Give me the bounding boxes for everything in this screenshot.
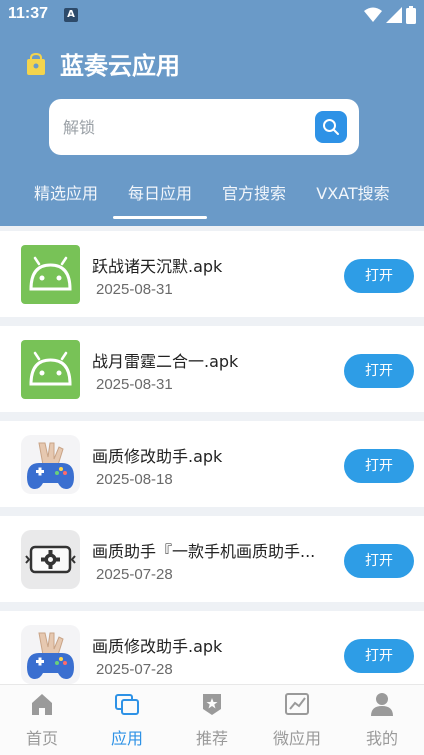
gamepad-rock-icon	[21, 435, 80, 494]
header: 蓝奏云应用 精选应用 每日应用 官方搜索 VXAT搜索	[0, 32, 424, 226]
nav-label: 应用	[110, 729, 143, 748]
app-date: 2025-08-31	[96, 376, 173, 393]
app-name: 画质修改助手.apk	[92, 447, 223, 466]
nav-label: 首页	[25, 729, 58, 748]
search-box[interactable]	[49, 99, 359, 155]
open-button[interactable]: 打开	[344, 639, 414, 673]
android-icon	[21, 340, 80, 399]
tab-featured[interactable]: 精选应用	[22, 180, 110, 204]
nav-label: 推荐	[195, 729, 228, 748]
status-bar: 11:37 A	[0, 0, 424, 32]
open-button[interactable]: 打开	[344, 354, 414, 388]
nav-mine[interactable]: 我的	[340, 685, 424, 755]
app-date: 2025-08-31	[96, 281, 173, 298]
open-button[interactable]: 打开	[344, 259, 414, 293]
shopping-bag-icon	[27, 52, 45, 75]
search-button[interactable]	[315, 111, 347, 143]
nav-micro-apps[interactable]: 微应用	[255, 685, 339, 755]
gear-screen-icon	[21, 530, 80, 589]
app-date: 2025-08-18	[96, 471, 173, 488]
nav-label: 我的	[365, 729, 398, 748]
status-time: 11:37	[8, 5, 49, 22]
tab-vxat-search[interactable]: VXAT搜索	[306, 180, 400, 204]
tab-official-search[interactable]: 官方搜索	[210, 180, 298, 204]
app-name: 画质修改助手.apk	[92, 637, 223, 656]
app-title: 蓝奏云应用	[60, 52, 180, 80]
signal-icon	[386, 7, 402, 23]
search-icon	[323, 119, 339, 135]
chart-icon	[285, 693, 309, 715]
app-name: 画质助手『一款手机画质助手...	[92, 542, 316, 561]
app-title-row: 蓝奏云应用	[24, 46, 180, 81]
app-date: 2025-07-28	[96, 566, 173, 583]
status-icons	[364, 6, 416, 24]
android-icon	[21, 245, 80, 304]
nav-label: 微应用	[272, 729, 321, 748]
list-item[interactable]: 战月雷霆二合一.apk 2025-08-31 打开	[0, 326, 424, 412]
nav-home[interactable]: 首页	[0, 685, 84, 755]
star-badge-icon	[203, 694, 221, 715]
tab-daily[interactable]: 每日应用	[116, 180, 204, 204]
tab-indicator	[113, 216, 207, 219]
tabs: 精选应用 每日应用 官方搜索 VXAT搜索	[0, 176, 424, 222]
search-input[interactable]	[63, 113, 293, 141]
notification-icon: A	[64, 8, 78, 22]
battery-icon	[406, 6, 416, 24]
app-date: 2025-07-28	[96, 661, 173, 678]
apps-icon	[115, 694, 139, 715]
nav-apps[interactable]: 应用	[85, 685, 169, 755]
app-name: 战月雷霆二合一.apk	[92, 352, 239, 371]
app-name: 跃战诸天沉默.apk	[92, 257, 223, 276]
open-button[interactable]: 打开	[344, 449, 414, 483]
home-icon	[32, 694, 52, 715]
wifi-icon	[364, 7, 382, 22]
person-icon	[371, 693, 393, 716]
list-item[interactable]: 画质助手『一款手机画质助手... 2025-07-28 打开	[0, 516, 424, 602]
gamepad-rock-icon	[21, 625, 80, 684]
list-item[interactable]: 画质修改助手.apk 2025-08-18 打开	[0, 421, 424, 507]
nav-recommend[interactable]: 推荐	[170, 685, 254, 755]
open-button[interactable]: 打开	[344, 544, 414, 578]
list-item[interactable]: 跃战诸天沉默.apk 2025-08-31 打开	[0, 231, 424, 317]
bottom-nav: 首页 应用 推荐 微应用 我的	[0, 684, 424, 755]
